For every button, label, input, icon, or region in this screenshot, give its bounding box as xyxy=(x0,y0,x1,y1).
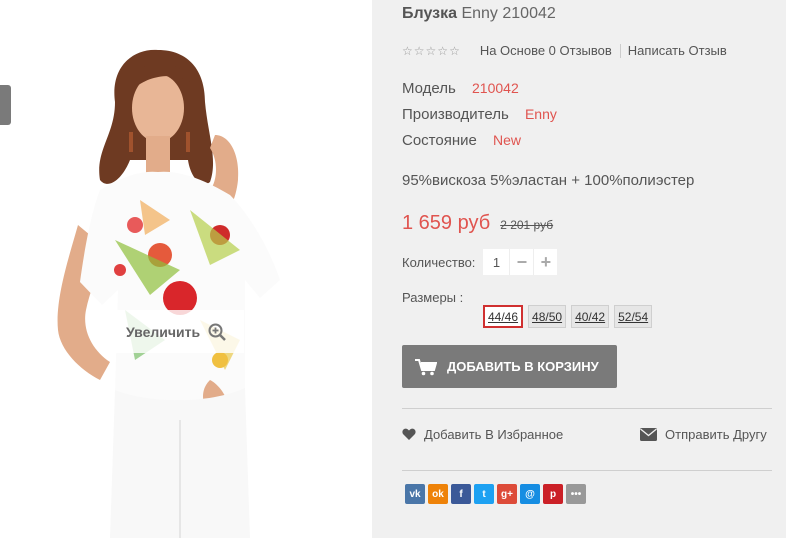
add-to-cart-label: ДОБАВИТЬ В КОРЗИНУ xyxy=(447,359,599,374)
pinterest-icon[interactable]: p xyxy=(543,484,563,504)
slider-prev-tab[interactable] xyxy=(0,85,11,125)
rating-stars: ☆ ☆ ☆ ☆ ☆ xyxy=(402,45,460,57)
quantity-increase-button[interactable]: + xyxy=(533,249,558,275)
sizes-label: Размеры : xyxy=(402,290,464,305)
spec-model-value: 210042 xyxy=(472,80,519,96)
odnoklassniki-icon[interactable]: ok xyxy=(428,484,448,504)
product-page: Увеличить Блузка Enny 210042 ☆ ☆ ☆ ☆ ☆ Н… xyxy=(0,0,786,538)
star-icon: ☆ xyxy=(449,43,460,58)
quantity-input[interactable] xyxy=(483,249,510,275)
shopping-cart-icon xyxy=(415,358,437,375)
spec-condition-value: New xyxy=(493,132,522,148)
quantity-label: Количество: xyxy=(402,254,476,270)
star-icon: ☆ xyxy=(425,43,437,58)
divider xyxy=(402,470,772,471)
star-icon: ☆ xyxy=(413,43,425,58)
add-to-wishlist-link[interactable]: Добавить В Избранное xyxy=(402,427,563,442)
reviews-link[interactable]: На Основе 0 Отзывов xyxy=(480,43,612,58)
divider xyxy=(619,43,621,58)
spec-model-label: Модель xyxy=(402,80,456,97)
zoom-label: Увеличить xyxy=(126,323,201,340)
spec-manufacturer: Производитель Enny xyxy=(402,106,557,123)
spec-model: Модель 210042 xyxy=(402,80,519,97)
price-row: 1 659 руб 2 201 руб xyxy=(402,212,553,235)
spec-manufacturer-value[interactable]: Enny xyxy=(525,106,557,122)
size-option[interactable]: 48/50 xyxy=(528,305,567,328)
product-title-main: Блузка xyxy=(402,5,457,22)
envelope-icon xyxy=(640,428,657,441)
product-title: Блузка Enny 210042 xyxy=(402,5,556,23)
send-friend-label: Отправить Другу xyxy=(665,427,767,442)
size-options: 44/46 48/50 40/42 52/54 xyxy=(483,305,653,328)
quantity-row: Количество: − + xyxy=(402,249,558,275)
mail-icon[interactable]: @ xyxy=(520,484,540,504)
zoom-button[interactable]: Увеличить xyxy=(108,310,244,353)
spec-condition-label: Состояние xyxy=(402,132,477,149)
size-option[interactable]: 52/54 xyxy=(614,305,653,328)
star-icon: ☆ xyxy=(402,43,413,58)
googleplus-icon[interactable]: g+ xyxy=(497,484,517,504)
price-current: 1 659 руб xyxy=(402,212,491,234)
social-share-bar: vk ok f t g+ @ p ••• xyxy=(405,484,586,504)
more-icon[interactable]: ••• xyxy=(566,484,586,504)
product-photo[interactable] xyxy=(40,40,310,538)
vk-icon[interactable]: vk xyxy=(405,484,425,504)
twitter-icon[interactable]: t xyxy=(474,484,494,504)
product-title-sub: Enny 210042 xyxy=(461,5,556,22)
spec-condition: Состояние New xyxy=(402,132,521,149)
star-icon: ☆ xyxy=(437,43,449,58)
rating-row: ☆ ☆ ☆ ☆ ☆ На Основе 0 Отзывов Написать О… xyxy=(402,43,727,58)
divider xyxy=(402,408,772,409)
zoom-in-icon xyxy=(208,323,226,341)
product-image-panel[interactable]: Увеличить xyxy=(0,0,372,538)
facebook-icon[interactable]: f xyxy=(451,484,471,504)
add-to-cart-button[interactable]: ДОБАВИТЬ В КОРЗИНУ xyxy=(402,345,617,388)
size-option[interactable]: 40/42 xyxy=(571,305,610,328)
product-composition: 95%вискоза 5%эластан + 100%полиэстер xyxy=(402,172,695,189)
heart-icon xyxy=(402,428,416,440)
wishlist-label: Добавить В Избранное xyxy=(424,427,564,442)
send-to-friend-link[interactable]: Отправить Другу xyxy=(640,427,767,442)
quantity-decrease-button[interactable]: − xyxy=(509,249,534,275)
spec-manufacturer-label: Производитель xyxy=(402,106,509,123)
price-old: 2 201 руб xyxy=(500,218,554,232)
size-option-selected[interactable]: 44/46 xyxy=(483,305,524,328)
write-review-link[interactable]: Написать Отзыв xyxy=(628,43,727,58)
